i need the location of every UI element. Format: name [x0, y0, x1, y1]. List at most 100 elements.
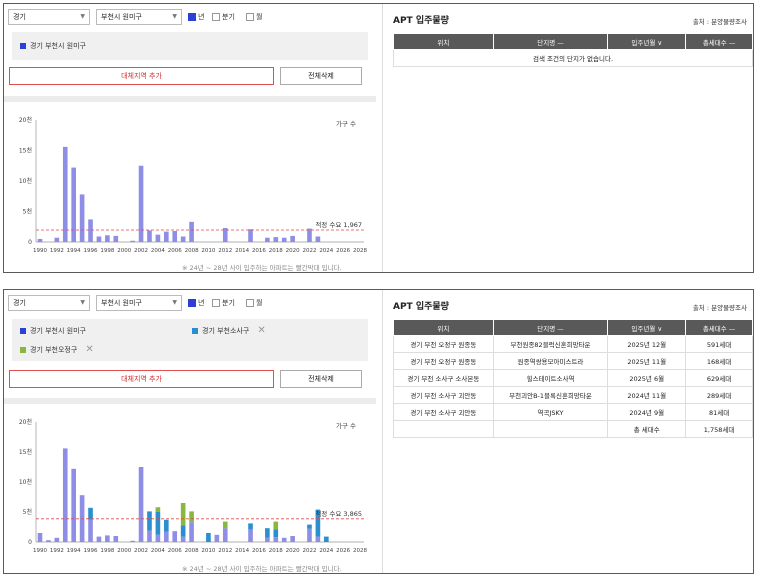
bar — [180, 525, 186, 537]
column-header-move-in[interactable]: 입주년월 ∨ — [607, 33, 687, 50]
district-value: 부천시 원미구 — [101, 299, 142, 307]
bar — [189, 221, 194, 242]
cell-complex: 부천원종82블럭신혼희망타운 — [492, 335, 609, 353]
x-tick-label: 2010 — [201, 248, 215, 254]
series-swatch — [20, 43, 26, 49]
bar — [130, 240, 135, 242]
x-tick-label: 2024 — [319, 548, 333, 554]
bar — [155, 234, 161, 242]
bar — [54, 537, 60, 542]
region-tag-label: 경기 부천시 원미구 — [30, 327, 86, 335]
bar — [62, 146, 68, 242]
bar — [180, 503, 186, 526]
x-tick-label: 2028 — [353, 248, 367, 254]
period-quarter-label: 분기 — [222, 299, 235, 307]
checkbox-icon — [188, 299, 196, 307]
bar — [273, 521, 279, 530]
x-tick-label: 2014 — [235, 248, 249, 254]
chart-panel: 경기 ▼ 부천시 원미구 ▼ 년 분기 월 경기 부천시 원미구 경기 부천소사구 ✕… — [4, 290, 376, 573]
cell-move-in: 2024년 11월 — [607, 386, 687, 404]
apt-table: 위치 단지명 — 입주년월 ∨ 총세대수 — 경기 부천 오정구 원종동 부천원종… — [393, 319, 753, 438]
column-header-households[interactable]: 총세대수 — — [685, 319, 753, 336]
bar — [71, 468, 76, 542]
column-header-households[interactable]: 총세대수 — — [685, 33, 753, 50]
x-tick-label: 2006 — [168, 548, 182, 554]
bar — [281, 537, 287, 542]
bar — [88, 519, 93, 542]
series-swatch — [20, 347, 26, 353]
table-row[interactable]: 경기 부천 오정구 원종동 부천원종82블럭신혼희망타운 2025년 12월 591세… — [393, 335, 753, 353]
bar — [273, 529, 279, 538]
bar — [265, 537, 270, 542]
period-quarter-checkbox[interactable]: 분기 — [212, 297, 235, 309]
period-quarter-checkbox[interactable]: 분기 — [212, 11, 235, 23]
clear-all-button[interactable]: 전체삭제 — [280, 67, 362, 85]
region-tag: 경기 부천오정구 ✕ — [20, 345, 94, 355]
x-tick-label: 1998 — [100, 548, 114, 554]
bar — [79, 194, 85, 242]
cell-households: 1,758세대 — [685, 420, 753, 438]
bar — [189, 522, 194, 542]
column-header-location[interactable]: 위치 — [393, 33, 494, 50]
clear-all-button[interactable]: 전체삭제 — [280, 370, 362, 388]
bar — [206, 533, 211, 542]
chart-note: ※ 24년 ~ 28년 사이 입주하는 아파트는 빨간막대 입니다. — [182, 264, 342, 272]
x-tick-label: 2002 — [134, 248, 148, 254]
x-tick-label: 2026 — [336, 548, 350, 554]
period-year-checkbox[interactable]: 년 — [188, 11, 204, 23]
bar — [307, 228, 312, 242]
series-swatch — [20, 328, 26, 334]
table-row[interactable]: 경기 부천 소사구 괴안동 부천괴안B-1블록신혼희망타운 2024년 11월 289… — [393, 386, 753, 404]
cell-complex: 부천괴안B-1블록신혼희망타운 — [492, 386, 609, 404]
bar — [307, 524, 312, 529]
column-header-complex[interactable]: 단지명 — — [492, 319, 609, 336]
column-header-location[interactable]: 위치 — [393, 319, 494, 336]
bar — [273, 537, 279, 542]
selected-regions: 경기 부천시 원미구 경기 부천소사구 ✕ 경기 부천오정구 ✕ — [12, 319, 368, 361]
cell-location: 경기 부천 소사구 괴안동 — [393, 386, 494, 404]
region-tag-label: 경기 부천시 원미구 — [30, 42, 86, 50]
y-tick-label: 5천 — [23, 208, 32, 216]
province-select[interactable]: 경기 ▼ — [8, 295, 90, 311]
bar — [273, 237, 279, 242]
x-tick-label: 2008 — [185, 248, 199, 254]
region-tag: 경기 부천시 원미구 — [20, 326, 86, 336]
table-row[interactable]: 총 세대수 1,758세대 — [393, 420, 753, 438]
province-select[interactable]: 경기 ▼ — [8, 9, 90, 25]
period-month-checkbox[interactable]: 월 — [246, 11, 262, 23]
add-region-button[interactable]: 대체지역 추가 — [9, 67, 274, 85]
district-select[interactable]: 부천시 원미구 ▼ — [96, 295, 182, 311]
bar — [222, 521, 228, 529]
legend-label: 가구 수 — [336, 119, 356, 128]
bar — [315, 236, 321, 242]
cell-location — [393, 420, 494, 438]
table-row[interactable]: 경기 부천 소사구 소사본동 힐스테이트소사역 2025년 6월 629세대 — [393, 369, 753, 387]
bar — [281, 237, 287, 242]
bar — [307, 528, 312, 542]
x-tick-label: 2028 — [353, 548, 367, 554]
bar — [214, 534, 220, 542]
table-row[interactable]: 경기 부천 소사구 괴안동 역곡JSKY 2024년 9월 81세대 — [393, 403, 753, 421]
table-row[interactable]: 경기 부천 오정구 원종동 원종역쌍용모아미스트라 2025년 11월 168세대 — [393, 352, 753, 370]
period-year-checkbox[interactable]: 년 — [188, 297, 204, 309]
y-tick-label: 0 — [28, 239, 32, 246]
column-header-move-in[interactable]: 입주년월 ∨ — [607, 319, 687, 336]
empty-message: 검색 조건의 단지가 없습니다. — [393, 49, 753, 67]
period-month-label: 월 — [256, 13, 263, 21]
close-icon[interactable]: ✕ — [257, 326, 265, 336]
column-header-complex[interactable]: 단지명 — — [492, 33, 609, 50]
bar — [71, 167, 76, 242]
cell-households: 168세대 — [685, 352, 753, 370]
cell-move-in: 2025년 11월 — [607, 352, 687, 370]
add-region-button[interactable]: 대체지역 추가 — [9, 370, 274, 388]
close-icon[interactable]: ✕ — [85, 345, 93, 355]
table-row: 검색 조건의 단지가 없습니다. — [393, 49, 753, 67]
apt-table: 위치 단지명 — 입주년월 ∨ 총세대수 — 검색 조건의 단지가 없습니다. — [393, 33, 753, 67]
x-tick-label: 2026 — [336, 248, 350, 254]
region-tag: 경기 부천시 원미구 — [20, 41, 86, 51]
x-tick-label: 2014 — [235, 548, 249, 554]
y-tick-label: 10천 — [19, 177, 32, 185]
district-select[interactable]: 부천시 원미구 ▼ — [96, 9, 182, 25]
period-month-checkbox[interactable]: 월 — [246, 297, 262, 309]
chevron-down-icon: ▼ — [80, 299, 85, 306]
